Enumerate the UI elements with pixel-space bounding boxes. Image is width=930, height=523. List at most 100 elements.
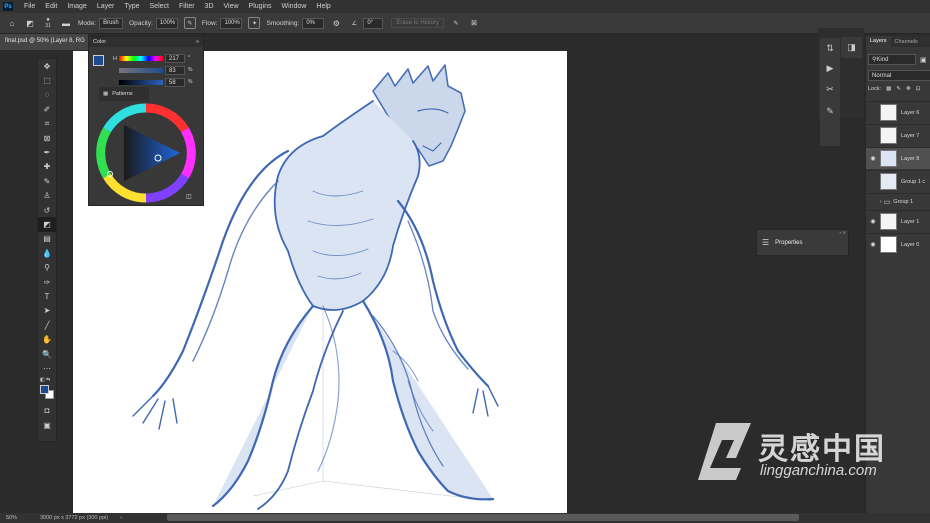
erase-to-history-checkbox[interactable]: Erase to History [391,18,445,28]
crop-tool-icon[interactable]: ⌗ [38,117,56,131]
watermark: 灵感中国 lingganchina.com [690,412,930,512]
flow-input[interactable]: 100% [220,17,243,29]
opacity-input[interactable]: 100% [155,17,178,29]
gradient-tool-icon[interactable]: ▤ [38,232,56,246]
lock-image-icon[interactable]: ✎ [896,86,901,92]
menu-type[interactable]: Type [119,3,144,10]
foreground-color-swatch[interactable] [93,55,104,66]
history-brush-tool-icon[interactable]: ↺ [38,203,56,217]
document-info[interactable]: 3000 px x 3772 px (300 ppi) [40,515,108,521]
layer-row[interactable]: ◉ Layer 1 [866,210,930,232]
eraser-tool-icon[interactable]: ◩ [38,217,56,232]
menu-window[interactable]: Window [277,3,312,10]
healing-brush-tool-icon[interactable]: ✚ [38,160,56,174]
patterns-tab[interactable]: ▦ Patterns [99,87,149,101]
lock-position-icon[interactable]: ✥ [906,86,911,92]
brightness-slider[interactable] [119,80,163,85]
status-arrow-icon[interactable]: › [120,515,122,521]
airbrush-icon[interactable]: ✦ [248,17,261,29]
document-tab[interactable]: final.psd @ 50% (Layer 8, RG [0,34,88,50]
tools-icon[interactable]: ✂ [820,78,840,100]
screen-mode-icon[interactable]: ▣ [38,418,56,432]
foreground-color-swatch[interactable] [40,384,49,394]
line-tool-icon[interactable]: ╱ [38,318,56,332]
brush-settings-folder-icon[interactable]: ▬ [60,17,72,29]
horizontal-scrollbar[interactable] [167,514,799,521]
brush-settings-icon[interactable]: ✎ [820,100,840,122]
tab-channels[interactable]: Channels [891,39,922,45]
quick-mask-icon[interactable]: ◘ [38,404,56,418]
lasso-tool-icon[interactable]: ◌ [38,88,56,102]
layer-row[interactable]: ◉ Layer 0 [866,233,930,255]
brush-tool-icon[interactable]: ✎ [38,174,56,188]
dodge-tool-icon[interactable]: ⚲ [38,260,56,274]
image-filter-icon[interactable]: ▣ [920,56,927,64]
layer-row[interactable]: Layer 6 [866,101,930,123]
eraser-tool-icon[interactable]: ◩ [24,17,36,29]
brightness-input[interactable]: 58 [165,78,185,87]
layer-row[interactable]: Group 1 c [866,170,930,192]
angle-input[interactable]: 0° [363,17,384,29]
clone-stamp-tool-icon[interactable]: ♙ [38,189,56,203]
quick-select-tool-icon[interactable]: ✐ [38,102,56,116]
blur-tool-icon[interactable]: 💧 [38,246,56,260]
tab-layers[interactable]: Layers [866,36,891,47]
menu-edit[interactable]: Edit [40,3,62,10]
hue-slider[interactable] [119,56,163,61]
menu-help[interactable]: Help [311,3,335,10]
saturation-slider[interactable] [119,68,163,73]
marquee-tool-icon[interactable]: ⬚ [38,73,56,87]
menu-image[interactable]: Image [62,3,91,10]
smoothing-input[interactable]: 0% [302,17,325,29]
brush-preset-icon[interactable]: ● 31 [42,17,54,29]
color-swatches[interactable] [38,384,56,404]
hue-input[interactable]: 217 [165,54,185,63]
hand-tool-icon[interactable]: ✋ [38,332,56,346]
gear-icon[interactable]: ⚙ [330,17,342,29]
properties-title[interactable]: Properties [775,240,802,246]
layer-row[interactable]: Layer 7 [866,124,930,146]
libraries-icon[interactable]: ◨ [841,37,862,58]
frame-tool-icon[interactable]: ⊠ [38,131,56,145]
more-tools-icon[interactable]: ⋯ [38,361,56,375]
eye-icon[interactable]: ◉ [866,218,880,225]
eyedropper-tool-icon[interactable]: ✒ [38,145,56,159]
menu-layer[interactable]: Layer [92,3,120,10]
color-wheel[interactable] [94,101,198,205]
blend-mode-select[interactable]: Normal [868,70,930,81]
move-tool-icon[interactable]: ✥ [38,59,56,73]
symmetry-icon[interactable]: ⊠ [468,17,480,29]
pressure-opacity-icon[interactable]: ✎ [183,17,196,29]
menu-plugins[interactable]: Plugins [244,3,277,10]
eye-icon[interactable]: ◉ [866,241,880,248]
saturation-input[interactable]: 83 [165,66,185,75]
collapse-icon[interactable]: » [196,39,199,45]
group-expand-icon[interactable]: › [880,199,882,205]
pressure-size-icon[interactable]: ✎ [450,17,462,29]
folder-icon: ▭ [883,198,891,206]
zoom-tool-icon[interactable]: 🔍 [38,347,56,361]
mode-select[interactable]: Brush [99,17,124,29]
lock-transparent-icon[interactable]: ▩ [886,86,891,92]
layer-row-selected[interactable]: ◉ Layer 8 [866,147,930,169]
eye-icon[interactable]: ◉ [866,155,880,162]
type-tool-icon[interactable]: T [38,289,56,303]
lock-artboard-icon[interactable]: ⊡ [916,86,921,92]
menu-filter[interactable]: Filter [174,3,200,10]
expand-icon[interactable]: ◫ [186,193,192,200]
smoothing-label: Smoothing: [266,19,300,27]
menu-file[interactable]: File [19,3,40,10]
layer-row[interactable]: › ▭ Group 1 [866,193,930,209]
zoom-level[interactable]: 50% [6,515,36,521]
menu-3d[interactable]: 3D [200,3,219,10]
layer-thumbnail [880,173,897,190]
pen-tool-icon[interactable]: ✑ [38,275,56,289]
swap-colors-icon[interactable]: ◧ ⇆ [38,376,56,384]
menu-view[interactable]: View [219,3,244,10]
history-icon[interactable]: ⇅ [820,38,840,58]
menu-select[interactable]: Select [145,3,174,10]
play-actions-icon[interactable]: ▶ [820,58,840,78]
home-icon[interactable]: ⌂ [6,17,18,29]
layer-kind-filter[interactable]: ⚲ Kind [868,54,916,65]
path-selection-tool-icon[interactable]: ➤ [38,304,56,318]
